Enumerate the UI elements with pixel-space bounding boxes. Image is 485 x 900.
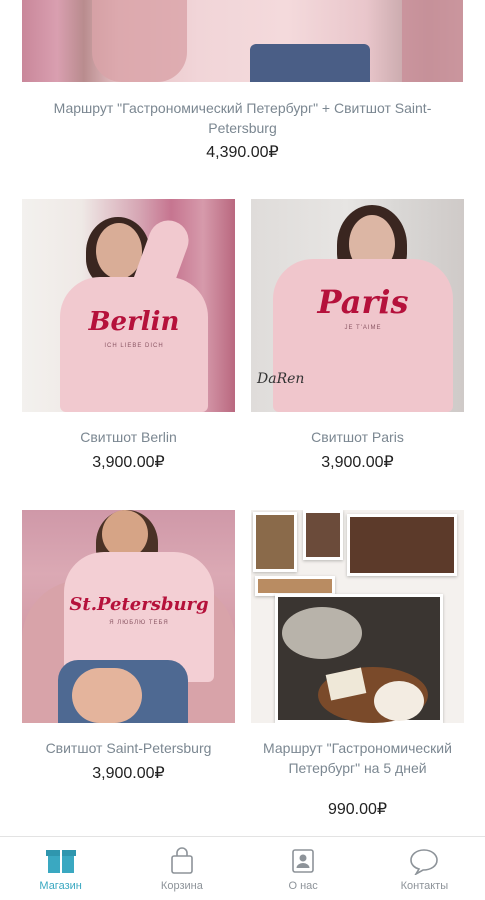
tab-contacts[interactable]: Контакты bbox=[364, 837, 485, 900]
tab-about[interactable]: О нас bbox=[243, 837, 364, 900]
product-price: 3,900.00₽ bbox=[321, 454, 394, 471]
product-feed[interactable]: Маршрут "Гастрономический Петербург" + С… bbox=[0, 0, 485, 836]
cart-icon bbox=[171, 847, 193, 874]
sweater-print: Berlin bbox=[88, 307, 180, 337]
sweater-print-sub: ICH LIEBE DICH bbox=[104, 343, 164, 349]
tab-label: Контакты bbox=[400, 880, 449, 892]
sweater-print-sub: Я ЛЮБЛЮ ТЕБЯ bbox=[109, 620, 169, 626]
sweater-print-sub: JE T'AIME bbox=[344, 325, 382, 331]
product-title[interactable]: Свитшот Saint-Petersburg bbox=[22, 738, 235, 758]
product-title[interactable]: Маршрут "Гастрономический Петербург" + С… bbox=[30, 98, 455, 138]
tab-shop[interactable]: Магазин bbox=[0, 837, 121, 900]
contacts-icon bbox=[410, 849, 439, 875]
product-image[interactable]: Berlin ICH LIEBE DICH bbox=[22, 199, 235, 412]
shop-icon bbox=[45, 850, 76, 873]
tab-label: Корзина bbox=[160, 880, 203, 892]
product-image[interactable]: St.Petersburg Я ЛЮБЛЮ ТЕБЯ bbox=[22, 510, 235, 723]
product-price: 3,900.00₽ bbox=[92, 765, 165, 782]
product-image[interactable]: Paris JE T'AIME DaRen bbox=[251, 199, 464, 412]
tab-cart[interactable]: Корзина bbox=[121, 837, 242, 900]
product-image[interactable] bbox=[251, 510, 464, 723]
bottom-tab-bar: Магазин Корзина О нас Контакты bbox=[0, 836, 485, 900]
product-price: 4,390.00₽ bbox=[206, 144, 279, 161]
sweater-print: Paris bbox=[317, 283, 409, 321]
brand-logo: DaRen bbox=[257, 371, 305, 387]
about-icon bbox=[292, 849, 314, 873]
product-title[interactable]: Свитшот Berlin bbox=[22, 427, 235, 447]
product-title[interactable]: Свитшот Paris bbox=[251, 427, 464, 447]
product-image[interactable] bbox=[22, 0, 463, 82]
product-price: 990.00₽ bbox=[327, 801, 388, 818]
product-title[interactable]: Маршрут "Гастрономический Петербург" на … bbox=[251, 738, 464, 778]
tab-label: Магазин bbox=[39, 880, 82, 892]
tab-label: О нас bbox=[288, 880, 318, 892]
product-price: 3,900.00₽ bbox=[92, 454, 165, 471]
sweater-print: St.Petersburg bbox=[69, 594, 209, 615]
